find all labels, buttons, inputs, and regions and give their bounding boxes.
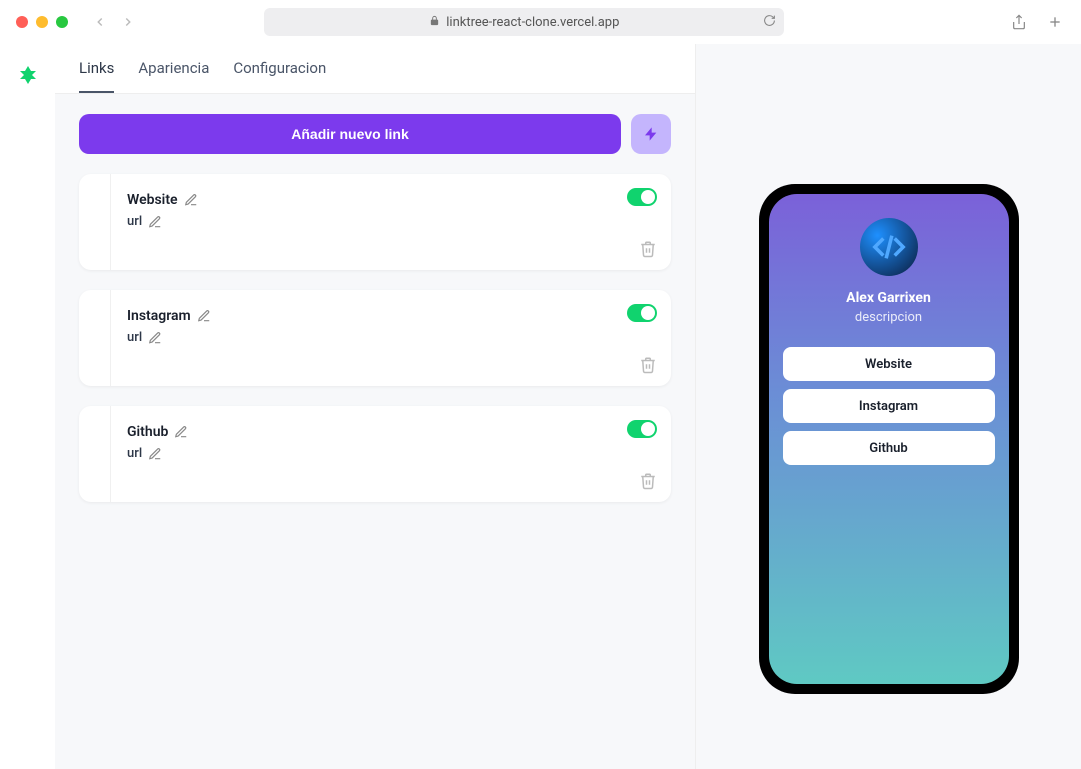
link-toggle[interactable] [627,188,657,206]
tab-label: Configuracion [233,59,326,77]
phone-screen: Alex Garrixen descripcion Website Instag… [769,194,1009,684]
tab-links[interactable]: Links [79,44,114,93]
edit-title-icon[interactable] [197,309,211,323]
edit-url-icon[interactable] [148,331,162,345]
edit-url-icon[interactable] [148,447,162,461]
preview-link[interactable]: Website [783,347,995,381]
link-card: Instagram url [79,290,671,386]
link-url-row: url [127,330,655,345]
drag-handle[interactable] [79,406,111,502]
preview-column: Alex Garrixen descripcion Website Instag… [696,44,1081,769]
traffic-lights [16,16,68,28]
avatar [860,218,918,276]
drag-handle[interactable] [79,290,111,386]
link-url: url [127,214,142,229]
tab-apariencia[interactable]: Apariencia [138,44,209,93]
share-icon[interactable] [1009,12,1029,32]
edit-url-icon[interactable] [148,215,162,229]
card-body: Github url [111,406,671,502]
link-title: Github [127,424,168,440]
link-toggle[interactable] [627,304,657,322]
link-url-row: url [127,214,655,229]
add-link-button[interactable]: Añadir nuevo link [79,114,621,154]
content-area: Añadir nuevo link Website url [55,94,695,769]
tab-configuracion[interactable]: Configuracion [233,44,326,93]
back-button[interactable] [88,10,112,34]
quick-action-button[interactable] [631,114,671,154]
left-rail [0,44,55,769]
link-url: url [127,330,142,345]
link-toggle[interactable] [627,420,657,438]
link-card: Website url [79,174,671,270]
close-window-button[interactable] [16,16,28,28]
preview-link-label: Website [865,357,912,372]
maximize-window-button[interactable] [56,16,68,28]
delete-link-icon[interactable] [639,472,657,490]
tab-label: Apariencia [138,59,209,77]
preview-link-label: Github [869,441,907,456]
delete-link-icon[interactable] [639,240,657,258]
url-text: linktree-react-clone.vercel.app [446,15,619,30]
edit-title-icon[interactable] [174,425,188,439]
link-title-row: Website [127,192,655,208]
main-column: Links Apariencia Configuracion Añadir nu… [55,44,696,769]
link-title: Website [127,192,178,208]
lock-icon [429,15,440,29]
tab-label: Links [79,59,114,77]
url-bar[interactable]: linktree-react-clone.vercel.app [264,8,784,36]
top-row: Añadir nuevo link [79,114,671,154]
card-body: Instagram url [111,290,671,386]
delete-link-icon[interactable] [639,356,657,374]
code-icon [872,230,906,264]
chrome-right [1009,12,1065,32]
profile-description: descripcion [855,310,922,325]
edit-title-icon[interactable] [184,193,198,207]
app-root: Links Apariencia Configuracion Añadir nu… [0,44,1081,769]
preview-link[interactable]: Instagram [783,389,995,423]
drag-handle[interactable] [79,174,111,270]
browser-chrome: linktree-react-clone.vercel.app [0,0,1081,44]
nav-arrows [88,10,140,34]
refresh-icon[interactable] [763,14,776,31]
card-body: Website url [111,174,671,270]
link-card: Github url [79,406,671,502]
link-title-row: Github [127,424,655,440]
profile-name: Alex Garrixen [846,290,931,306]
tabs: Links Apariencia Configuracion [55,44,695,94]
phone-frame: Alex Garrixen descripcion Website Instag… [759,184,1019,694]
preview-link-label: Instagram [859,399,918,414]
linktree-logo-icon[interactable] [16,64,40,88]
forward-button[interactable] [116,10,140,34]
link-title: Instagram [127,308,191,324]
link-title-row: Instagram [127,308,655,324]
link-url-row: url [127,446,655,461]
minimize-window-button[interactable] [36,16,48,28]
bolt-icon [643,126,659,142]
link-url: url [127,446,142,461]
preview-link[interactable]: Github [783,431,995,465]
new-tab-icon[interactable] [1045,12,1065,32]
